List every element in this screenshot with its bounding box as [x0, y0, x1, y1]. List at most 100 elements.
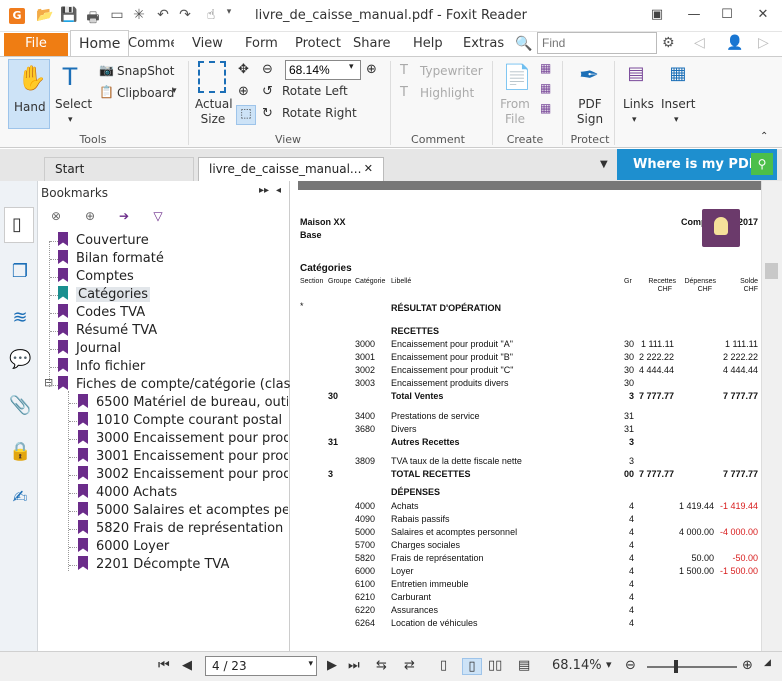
zoom-in-icon[interactable]: ⊕ — [366, 62, 377, 77]
attachments-icon[interactable]: 📎 — [9, 395, 31, 417]
fit-width-icon[interactable]: ⊕ — [238, 84, 249, 99]
signatures-icon[interactable]: ✍ — [9, 487, 31, 509]
tab-extras[interactable]: Extras — [463, 35, 504, 55]
fit-visible-icon[interactable]: ⬚ — [236, 105, 256, 125]
tab-protect[interactable]: Protect — [295, 35, 341, 55]
next-page-icon[interactable]: ▶ — [327, 658, 337, 673]
minimize-button[interactable]: — — [683, 5, 705, 25]
zoom-slider[interactable] — [647, 666, 737, 668]
find-folder-icon[interactable]: 🔍 — [515, 35, 532, 55]
create-option-1-icon[interactable]: ▦ — [540, 61, 551, 75]
close-button[interactable]: ✕ — [752, 5, 774, 25]
bookmark-item[interactable]: Journal — [58, 340, 288, 358]
previous-view-icon[interactable]: ⇆ — [376, 658, 387, 673]
tab-form[interactable]: Form — [245, 35, 278, 55]
bookmark-item[interactable]: Bilan formaté — [58, 250, 288, 268]
from-file-icon[interactable]: 📄 — [502, 63, 532, 91]
insert-icon[interactable]: ▦ — [666, 63, 690, 84]
bookmark-child-item[interactable]: 6500 Matériel de bureau, outillage — [78, 394, 288, 412]
tab-home[interactable]: Home — [70, 30, 130, 56]
clipboard-dropdown-icon[interactable]: ▾ — [172, 86, 177, 96]
ribbon-display-icon[interactable]: ▣ — [646, 5, 668, 25]
comments-icon[interactable]: 💬 — [9, 349, 31, 371]
where-is-my-pdf-button[interactable]: Where is my PDF? ⚲ — [617, 149, 777, 180]
first-page-icon[interactable]: ⏮ — [158, 658, 170, 673]
maximize-button[interactable]: ☐ — [716, 5, 738, 25]
bookmark-child-item[interactable]: 5820 Frais de représentation — [78, 520, 288, 538]
select-dropdown-icon[interactable]: ▾ — [68, 115, 73, 125]
tab-help[interactable]: Help — [413, 35, 443, 55]
bookmark-item[interactable]: Comptes — [58, 268, 288, 286]
bookmark-item[interactable]: Résumé TVA — [58, 322, 288, 340]
single-page-icon[interactable]: ▯ — [440, 658, 447, 673]
insert-dropdown-icon[interactable]: ▾ — [674, 115, 679, 125]
gear-icon[interactable]: ⚙ — [662, 35, 675, 51]
next-view-icon[interactable]: ⇄ — [404, 658, 415, 673]
snapshot-icon[interactable]: 📷 — [99, 63, 114, 77]
snapshot-button[interactable]: SnapShot — [117, 64, 174, 78]
zoom-out-icon[interactable]: ⊖ — [262, 62, 273, 77]
create-option-2-icon[interactable]: ▦ — [540, 81, 551, 95]
select-text-icon[interactable]: T — [58, 63, 82, 91]
actual-size-icon[interactable] — [198, 61, 226, 93]
rotate-left-icon[interactable]: ↺ — [262, 84, 273, 99]
file-menu[interactable]: File — [4, 33, 68, 56]
forward-icon[interactable]: ▷ — [758, 35, 769, 51]
zoom-out-icon[interactable]: ⊖ — [625, 658, 636, 673]
actual-size-button[interactable]: Actual Size — [195, 97, 233, 127]
fit-page-icon[interactable]: ✥ — [238, 62, 249, 77]
bookmark-child-item[interactable]: 2201 Décompte TVA — [78, 556, 288, 574]
tab-list-dropdown-icon[interactable]: ▼ — [600, 159, 608, 170]
panel-splitter[interactable] — [290, 181, 298, 651]
collapse-panel-icon[interactable]: ◂ — [276, 185, 281, 196]
zoom-in-icon[interactable]: ⊕ — [742, 658, 753, 673]
bookmark-child-item[interactable]: 3001 Encaissement pour produit " — [78, 448, 288, 466]
bookmark-child-item[interactable]: 3000 Encaissement pour produit " — [78, 430, 288, 448]
page-dropdown-icon[interactable]: ▾ — [308, 659, 313, 669]
close-tab-icon[interactable]: ✕ — [364, 162, 373, 175]
zoom-dropdown-icon[interactable]: ▾ — [349, 62, 354, 72]
bookmark-item[interactable]: Couverture — [58, 232, 288, 250]
last-page-icon[interactable]: ⏭ — [348, 658, 360, 673]
tab-start[interactable]: Start — [44, 157, 194, 181]
find-input[interactable] — [537, 32, 657, 54]
typewriter-button[interactable]: Typewriter — [420, 64, 483, 78]
bookmark-child-item[interactable]: 1010 Compte courant postal — [78, 412, 288, 430]
highlight-icon[interactable]: T — [400, 85, 408, 100]
pages-icon[interactable]: ❐ — [9, 261, 31, 283]
layers-icon[interactable]: ≋ — [9, 307, 31, 329]
previous-page-icon[interactable]: ◀ — [182, 658, 192, 673]
expand-bookmark-icon[interactable]: ➔ — [116, 209, 132, 225]
continuous-facing-icon[interactable]: ▤ — [518, 658, 530, 673]
tab-document[interactable]: livre_de_caisse_manual... ✕ — [198, 157, 384, 181]
clipboard-button[interactable]: Clipboard — [117, 86, 174, 100]
bookmark-child-item[interactable]: 3002 Encaissement pour produit " — [78, 466, 288, 484]
pdf-sign-icon[interactable]: ✒ — [577, 61, 601, 89]
rotate-right-icon[interactable]: ↻ — [262, 106, 273, 121]
back-icon[interactable]: ◁ — [694, 35, 705, 51]
from-file-button[interactable]: From File — [500, 97, 530, 127]
highlight-button[interactable]: Highlight — [420, 86, 474, 100]
vertical-scrollbar[interactable] — [761, 181, 782, 651]
tab-comment[interactable]: Comment — [128, 35, 174, 55]
bookmark-child-item[interactable]: 4000 Achats — [78, 484, 288, 502]
tab-view[interactable]: View — [192, 35, 223, 55]
links-dropdown-icon[interactable]: ▾ — [632, 115, 637, 125]
add-bookmark-icon[interactable]: ⊕ — [82, 209, 98, 225]
bookmark-options-icon[interactable]: ▽ — [150, 209, 166, 225]
pdf-sign-button[interactable]: PDF Sign — [575, 97, 605, 127]
bookmark-child-item[interactable]: 6000 Loyer — [78, 538, 288, 556]
bookmark-item[interactable]: Codes TVA — [58, 304, 288, 322]
rotate-left-button[interactable]: Rotate Left — [282, 84, 348, 98]
facing-icon[interactable]: ▯▯ — [488, 658, 502, 673]
bookmark-child-item[interactable]: 5000 Salaires et acomptes personn — [78, 502, 288, 520]
delete-bookmark-icon[interactable]: ⊗ — [48, 209, 64, 225]
select-button[interactable]: Select — [55, 97, 92, 111]
links-button[interactable]: Links — [623, 97, 654, 111]
user-icon[interactable]: 👤 — [726, 35, 743, 51]
bookmarks-panel-button[interactable]: ▯ — [4, 207, 34, 243]
scrollbar-thumb[interactable] — [765, 263, 778, 279]
zoom-options-icon[interactable]: ▾ — [606, 658, 612, 671]
bookmark-item[interactable]: Fiches de compte/catégorie (classées ⊟ — [44, 376, 320, 394]
rotate-right-button[interactable]: Rotate Right — [282, 106, 357, 120]
